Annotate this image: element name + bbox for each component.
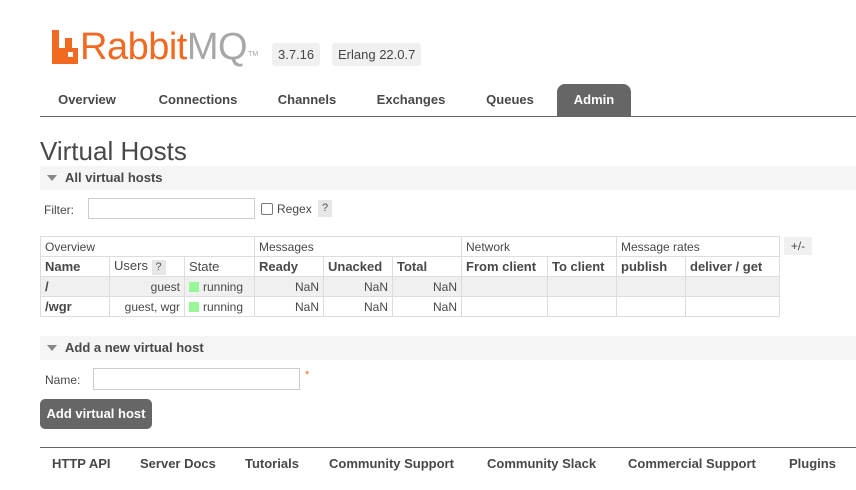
vhost-state-label: running <box>203 279 244 294</box>
vhost-publish <box>616 276 686 297</box>
all-vhosts-section-label: All virtual hosts <box>65 170 163 185</box>
column-toggle-button[interactable]: +/- <box>784 237 812 255</box>
running-state-icon <box>189 301 199 312</box>
table-column-header-row: Name Users ? State Ready Unacked Total F… <box>40 256 780 277</box>
footer-link-community-support[interactable]: Community Support <box>329 456 454 471</box>
table-row[interactable]: /wgr guest, wgr running NaN NaN NaN <box>40 296 780 317</box>
regex-checkbox[interactable] <box>261 203 273 215</box>
vhost-name-label: Name: <box>45 373 81 387</box>
tab-connections[interactable]: Connections <box>148 84 248 116</box>
col-users-label: Users <box>114 258 148 273</box>
col-state[interactable]: State <box>184 256 255 277</box>
logo-trademark: TM <box>248 51 259 58</box>
group-message-rates: Message rates <box>616 236 780 257</box>
tab-overview[interactable]: Overview <box>48 84 126 116</box>
footer-link-commercial-support[interactable]: Commercial Support <box>628 456 756 471</box>
vhost-from-client <box>461 276 548 297</box>
col-unacked[interactable]: Unacked <box>323 256 393 277</box>
main-nav-tabs: Overview Connections Channels Exchanges … <box>40 84 856 117</box>
vhost-state: running <box>184 296 255 317</box>
footer-link-http-api[interactable]: HTTP API <box>52 456 111 471</box>
col-ready[interactable]: Ready <box>254 256 324 277</box>
vhost-publish <box>616 296 686 317</box>
vhost-from-client <box>461 296 548 317</box>
vhost-deliver-get <box>685 276 780 297</box>
vhost-deliver-get <box>685 296 780 317</box>
footer-link-community-slack[interactable]: Community Slack <box>487 456 596 471</box>
vhost-ready: NaN <box>254 296 324 317</box>
tab-admin[interactable]: Admin <box>557 84 631 116</box>
rabbitmq-logo-icon <box>52 30 78 64</box>
col-name[interactable]: Name <box>40 256 110 277</box>
col-to-client[interactable]: To client <box>547 256 617 277</box>
logo-text-mq: MQ <box>186 26 248 68</box>
filter-input[interactable] <box>88 198 255 219</box>
footer-divider <box>40 447 856 448</box>
vhost-state: running <box>184 276 255 297</box>
table-row[interactable]: / guest running NaN NaN NaN <box>40 276 780 297</box>
vhost-ready: NaN <box>254 276 324 297</box>
required-marker: * <box>305 369 310 381</box>
col-users[interactable]: Users ? <box>109 256 185 277</box>
users-help-icon[interactable]: ? <box>151 260 166 275</box>
add-vhost-section-label: Add a new virtual host <box>65 340 204 355</box>
logo-text-rabbit: Rabbit <box>80 26 187 68</box>
vhost-total: NaN <box>392 276 462 297</box>
col-deliver-get[interactable]: deliver / get <box>685 256 780 277</box>
footer-link-server-docs[interactable]: Server Docs <box>140 456 216 471</box>
add-vhost-button[interactable]: Add virtual host <box>40 399 152 429</box>
vhost-unacked: NaN <box>323 276 393 297</box>
vhost-users: guest <box>109 276 185 297</box>
group-network: Network <box>461 236 617 257</box>
tab-channels[interactable]: Channels <box>268 84 346 116</box>
erlang-version-badge: Erlang 22.0.7 <box>332 43 422 66</box>
add-vhost-section-header[interactable]: Add a new virtual host <box>40 336 856 360</box>
col-from-client[interactable]: From client <box>461 256 548 277</box>
footer-link-tutorials[interactable]: Tutorials <box>245 456 299 471</box>
col-total[interactable]: Total <box>392 256 462 277</box>
table-group-header-row: Overview Messages Network Message rates <box>40 236 780 257</box>
rabbitmq-logo[interactable]: Rabbit MQ TM <box>52 24 259 68</box>
running-state-icon <box>189 281 199 292</box>
col-publish[interactable]: publish <box>616 256 686 277</box>
vhost-name-link[interactable]: /wgr <box>40 296 110 317</box>
vhost-to-client <box>547 276 617 297</box>
collapse-triangle-icon <box>47 175 57 181</box>
filter-label: Filter: <box>44 203 74 217</box>
vhost-users: guest, wgr <box>109 296 185 317</box>
collapse-triangle-icon <box>47 345 57 351</box>
tab-exchanges[interactable]: Exchanges <box>368 84 454 116</box>
vhost-state-label: running <box>203 299 244 314</box>
version-badge: 3.7.16 <box>272 43 321 66</box>
group-messages: Messages <box>254 236 462 257</box>
vhost-total: NaN <box>392 296 462 317</box>
vhosts-table: Overview Messages Network Message rates … <box>40 236 780 317</box>
tab-queues[interactable]: Queues <box>476 84 544 116</box>
vhost-unacked: NaN <box>323 296 393 317</box>
regex-help-icon[interactable]: ? <box>318 200 332 217</box>
vhost-to-client <box>547 296 617 317</box>
group-overview: Overview <box>40 236 255 257</box>
vhost-name-input[interactable] <box>93 368 300 390</box>
all-vhosts-section-header[interactable]: All virtual hosts <box>40 166 856 190</box>
page-title: Virtual Hosts <box>40 136 187 166</box>
regex-label: Regex <box>277 202 312 216</box>
vhost-name-link[interactable]: / <box>40 276 110 297</box>
footer-link-plugins[interactable]: Plugins <box>789 456 836 471</box>
